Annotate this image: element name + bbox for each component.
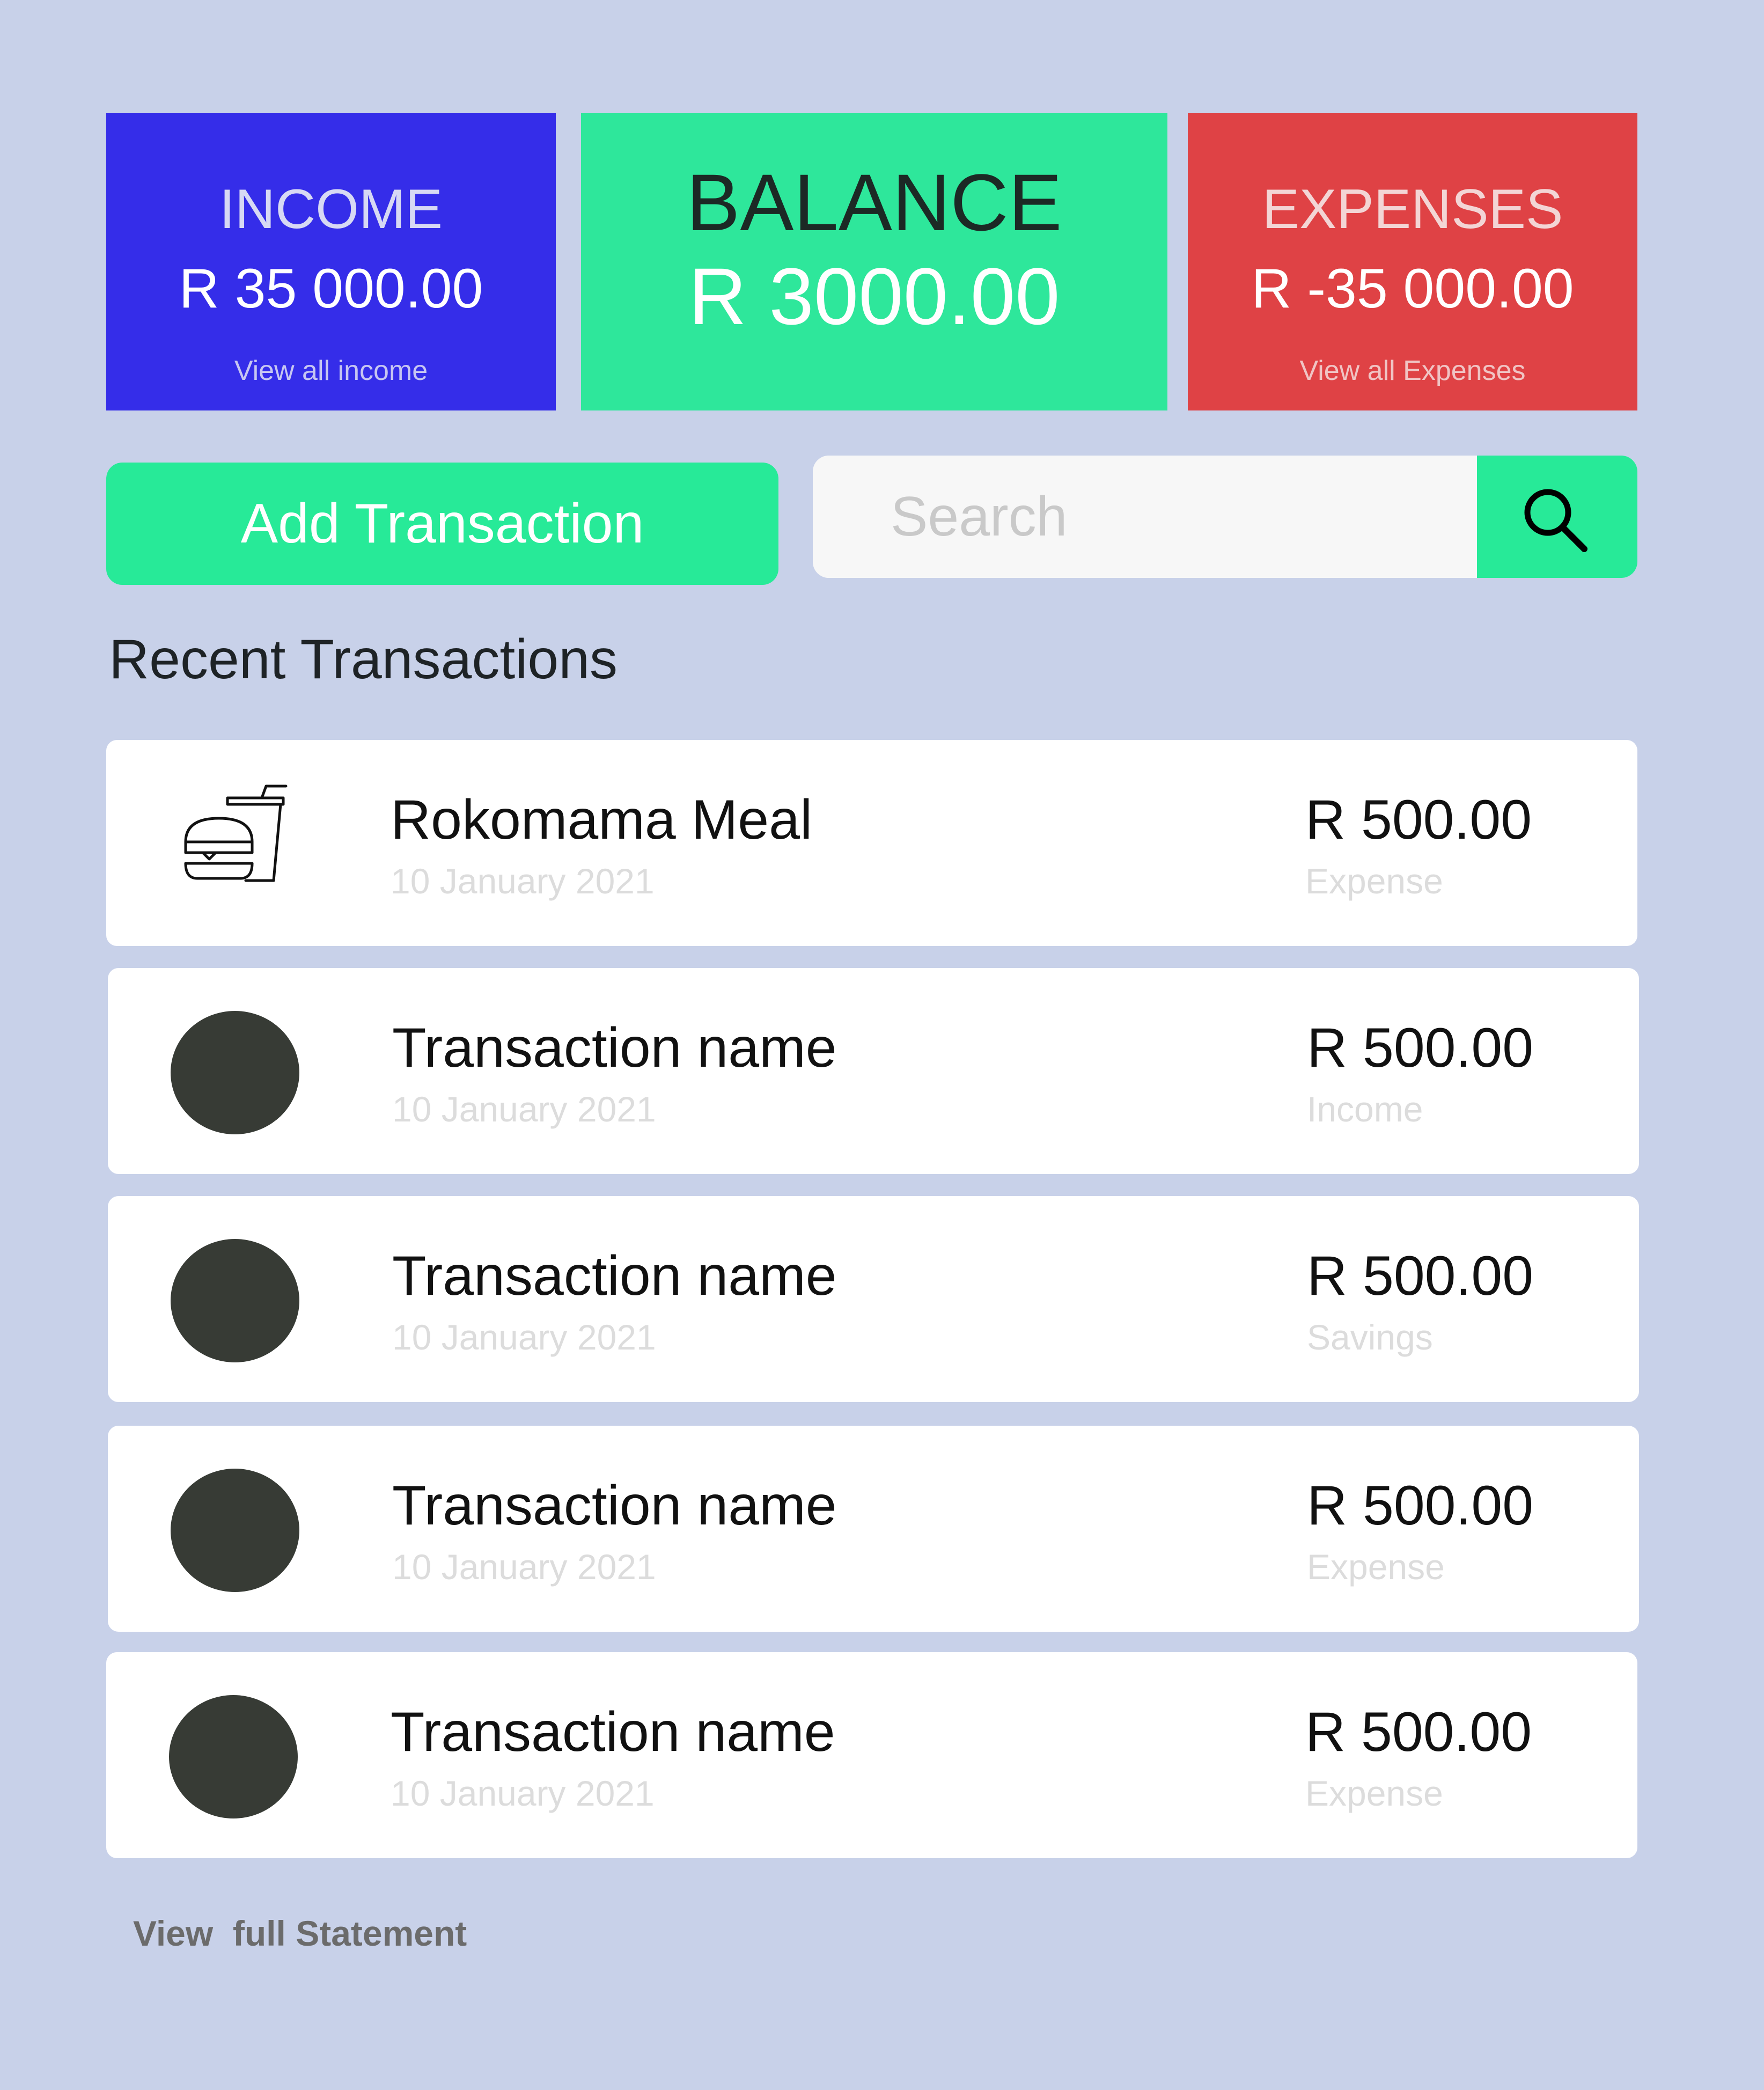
transaction-date: 10 January 2021 — [391, 861, 655, 901]
transaction-amount: R 500.00 — [1305, 1701, 1532, 1763]
transaction-row[interactable]: Transaction name 10 January 2021 R 500.0… — [108, 968, 1639, 1174]
transaction-name: Transaction name — [392, 1017, 837, 1079]
income-label: INCOME — [219, 178, 443, 240]
avatar-placeholder — [171, 1469, 299, 1592]
avatar-placeholder — [171, 1011, 299, 1134]
avatar-placeholder — [169, 1695, 298, 1818]
transaction-row[interactable]: Transaction name 10 January 2021 R 500.0… — [108, 1196, 1639, 1402]
expenses-amount: R -35 000.00 — [1251, 258, 1574, 320]
transaction-row[interactable]: Transaction name 10 January 2021 R 500.0… — [106, 1652, 1637, 1858]
search-icon — [1524, 489, 1587, 552]
transaction-date: 10 January 2021 — [391, 1773, 655, 1813]
transaction-category: Savings — [1307, 1317, 1433, 1357]
transaction-date: 10 January 2021 — [392, 1547, 656, 1587]
search-bar — [813, 456, 1637, 578]
transaction-date: 10 January 2021 — [392, 1317, 656, 1357]
transaction-name: Transaction name — [391, 1701, 835, 1763]
transaction-category: Expense — [1307, 1547, 1445, 1587]
food-drink-icon — [184, 784, 288, 882]
view-full-statement-link[interactable]: View full Statement — [133, 1913, 467, 1954]
transaction-category: Expense — [1305, 1773, 1443, 1813]
recent-transactions-title: Recent Transactions — [109, 628, 618, 691]
view-all-income-link[interactable]: View all income — [106, 355, 556, 387]
transaction-category: Expense — [1305, 861, 1443, 901]
view-all-expenses-link[interactable]: View all Expenses — [1188, 355, 1637, 387]
transaction-date: 10 January 2021 — [392, 1089, 656, 1129]
balance-card: BALANCE R 3000.00 — [581, 113, 1167, 410]
balance-label: BALANCE — [686, 157, 1062, 247]
avatar-placeholder — [171, 1239, 299, 1362]
search-input[interactable] — [813, 456, 1477, 578]
transaction-amount: R 500.00 — [1307, 1245, 1534, 1307]
transaction-category: Income — [1307, 1089, 1423, 1129]
search-button[interactable] — [1477, 456, 1637, 578]
transaction-amount: R 500.00 — [1307, 1475, 1534, 1537]
income-card: INCOME R 35 000.00 View all income — [106, 113, 556, 410]
transaction-row[interactable]: Transaction name 10 January 2021 R 500.0… — [108, 1426, 1639, 1632]
income-amount: R 35 000.00 — [179, 258, 483, 320]
transaction-name: Transaction name — [392, 1245, 837, 1307]
transaction-row[interactable]: Rokomama Meal 10 January 2021 R 500.00 E… — [106, 740, 1637, 946]
balance-amount: R 3000.00 — [688, 251, 1060, 341]
expenses-card: EXPENSES R -35 000.00 View all Expenses — [1188, 113, 1637, 410]
transaction-name: Transaction name — [392, 1475, 837, 1537]
transaction-amount: R 500.00 — [1307, 1017, 1534, 1079]
add-transaction-button[interactable]: Add Transaction — [106, 463, 778, 585]
transaction-amount: R 500.00 — [1305, 789, 1532, 851]
expenses-label: EXPENSES — [1262, 178, 1563, 240]
transaction-name: Rokomama Meal — [391, 789, 813, 851]
